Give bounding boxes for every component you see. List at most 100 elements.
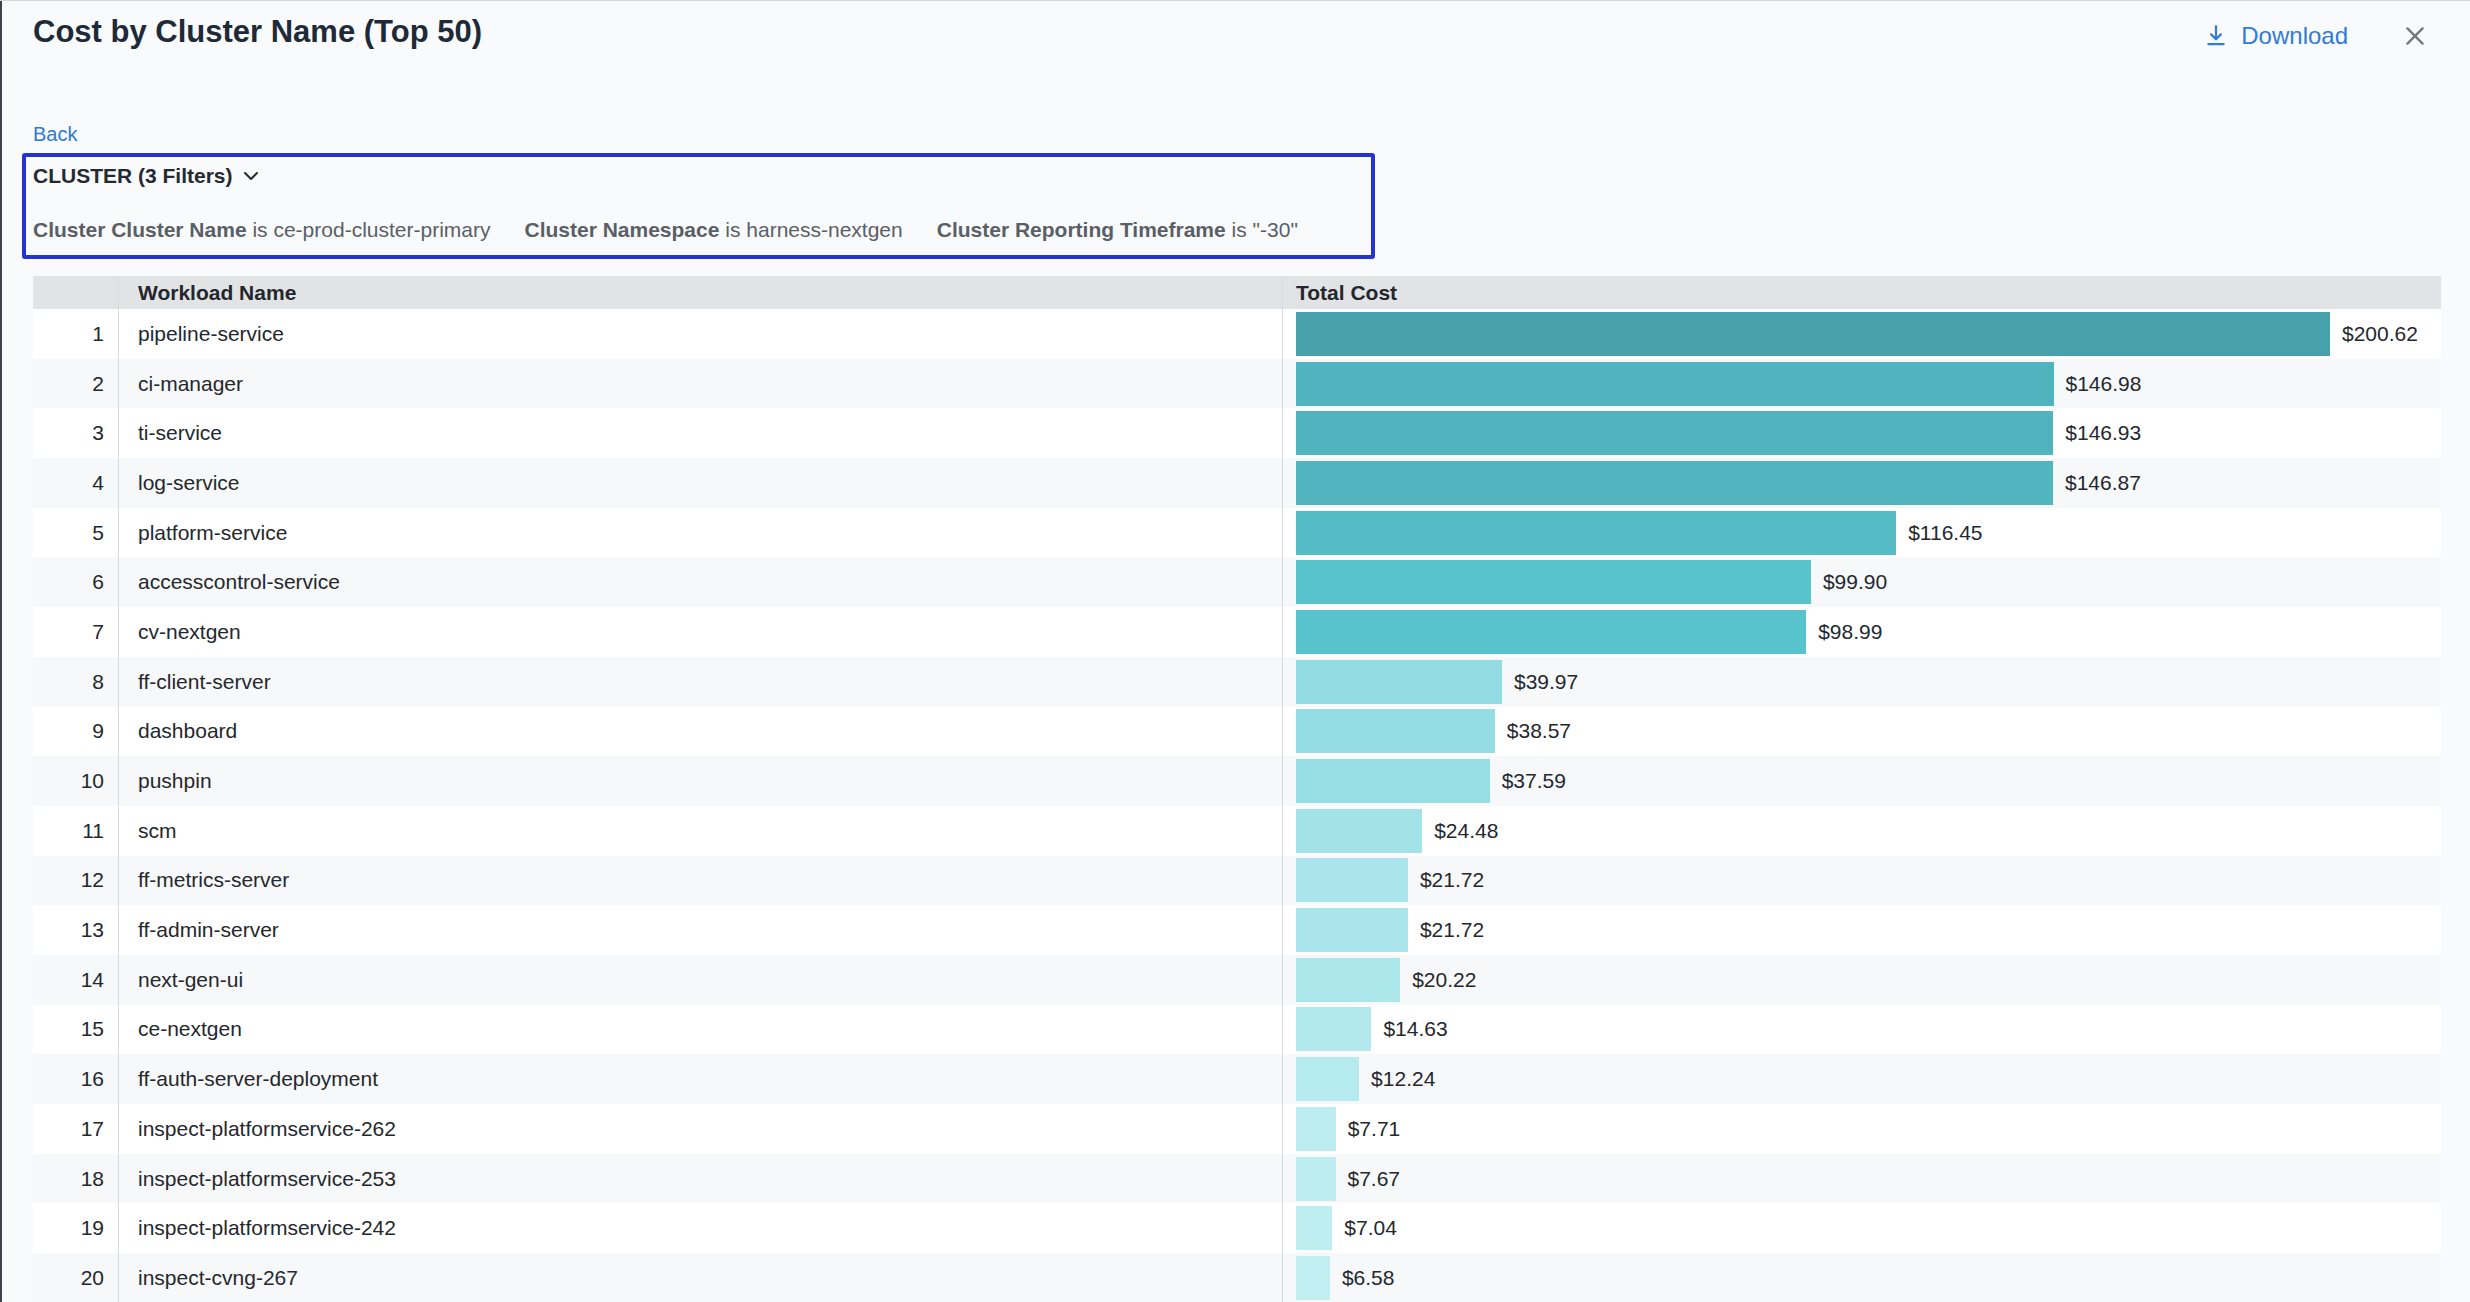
table-row: 12ff-metrics-server$21.72 [33, 856, 2441, 906]
cost-cell: $200.62 [1282, 312, 2441, 356]
back-link[interactable]: Back [33, 123, 77, 146]
workload-name: inspect-platformservice-253 [118, 1167, 1282, 1191]
cost-value: $7.71 [1348, 1117, 1401, 1141]
filter-items: Cluster Cluster Name is ce-prod-cluster-… [33, 218, 1298, 242]
table-body: 1pipeline-service$200.622ci-manager$146.… [33, 309, 2441, 1302]
cost-by-cluster-panel: Cost by Cluster Name (Top 50) Download B… [0, 0, 2470, 1302]
cost-cell: $20.22 [1282, 958, 2441, 1002]
page-title: Cost by Cluster Name (Top 50) [33, 14, 482, 50]
cost-cell: $7.67 [1282, 1157, 2441, 1201]
download-label: Download [2241, 22, 2348, 50]
row-rank: 13 [33, 918, 118, 942]
cost-value: $99.90 [1823, 570, 1887, 594]
column-divider-cost [1282, 276, 1283, 1302]
cost-value: $20.22 [1412, 968, 1476, 992]
cost-bar [1296, 312, 2330, 356]
table-row: 3ti-service $146.93 [33, 408, 2441, 458]
cost-value: $116.45 [1908, 521, 1982, 545]
cost-bar [1296, 1107, 1336, 1151]
close-button[interactable] [2400, 21, 2430, 51]
cost-bar [1296, 660, 1502, 704]
row-rank: 9 [33, 719, 118, 743]
cost-value: $12.24 [1371, 1067, 1435, 1091]
workload-name: ff-metrics-server [118, 868, 1282, 892]
row-rank: 4 [33, 471, 118, 495]
table-row: 13ff-admin-server$21.72 [33, 905, 2441, 955]
download-icon [2203, 23, 2229, 49]
row-rank: 6 [33, 570, 118, 594]
cost-bar [1296, 1157, 1336, 1201]
cost-bar [1296, 1206, 1332, 1250]
cost-value: $39.97 [1514, 670, 1578, 694]
cost-cell: $146.93 [1282, 411, 2441, 455]
cost-value: $146.93 [2065, 421, 2141, 445]
workload-name: ff-auth-server-deployment [118, 1067, 1282, 1091]
filter-field: Cluster Reporting Timeframe [937, 218, 1226, 241]
workload-name: accesscontrol-service [118, 570, 1282, 594]
row-rank: 16 [33, 1067, 118, 1091]
cost-value: $7.67 [1348, 1167, 1401, 1191]
cost-cell: $116.45 [1282, 511, 2441, 555]
row-rank: 8 [33, 670, 118, 694]
table-row: 15ce-nextgen$14.63 [33, 1005, 2441, 1055]
cost-cell: $7.04 [1282, 1206, 2441, 1250]
filter-field: Cluster Cluster Name [33, 218, 247, 241]
row-rank: 19 [33, 1216, 118, 1240]
row-rank: 20 [33, 1266, 118, 1290]
cost-cell: $6.58 [1282, 1256, 2441, 1300]
workload-name: ce-nextgen [118, 1017, 1282, 1041]
workload-name: ti-service [118, 421, 1282, 445]
workload-name-header: Workload Name [118, 281, 1282, 305]
cost-cell: $21.72 [1282, 908, 2441, 952]
total-cost-header: Total Cost [1282, 281, 2441, 305]
filter-value: ce-prod-cluster-primary [273, 218, 490, 241]
column-divider-rank [118, 276, 119, 1302]
table-row: 4log-service$146.87 [33, 458, 2441, 508]
workload-name: pipeline-service [118, 322, 1282, 346]
workload-name: scm [118, 819, 1282, 843]
workload-name: inspect-platformservice-262 [118, 1117, 1282, 1141]
table-row: 14next-gen-ui$20.22 [33, 955, 2441, 1005]
cost-cell: $7.71 [1282, 1107, 2441, 1151]
workload-name: ff-client-server [118, 670, 1282, 694]
workload-name: pushpin [118, 769, 1282, 793]
row-rank: 7 [33, 620, 118, 644]
table-row: 2ci-manager$146.98 [33, 359, 2441, 409]
workload-name: cv-nextgen [118, 620, 1282, 644]
cost-value: $200.62 [2342, 322, 2418, 346]
row-rank: 3 [33, 421, 118, 445]
panel-left-edge [0, 1, 2, 1302]
cost-bar [1296, 511, 1896, 555]
row-rank: 15 [33, 1017, 118, 1041]
download-button[interactable]: Download [2203, 22, 2348, 50]
cost-bar [1296, 858, 1408, 902]
cost-value: $21.72 [1420, 918, 1484, 942]
filter-box: CLUSTER (3 Filters) Cluster Cluster Name… [22, 153, 1375, 259]
filter-item: Cluster Reporting Timeframe is "-30" [937, 218, 1298, 242]
table-row: 8ff-client-server $39.97 [33, 657, 2441, 707]
filter-dropdown[interactable]: CLUSTER (3 Filters) [33, 164, 259, 188]
filter-summary: CLUSTER (3 Filters) [33, 164, 233, 188]
cost-bar [1296, 759, 1490, 803]
table-row: 18inspect-platformservice-253$7.67 [33, 1154, 2441, 1204]
cost-cell: $39.97 [1282, 660, 2441, 704]
top-actions: Download [2203, 21, 2430, 51]
chevron-down-icon [243, 171, 259, 181]
filter-op: is [252, 218, 267, 241]
workload-name: platform-service [118, 521, 1282, 545]
workload-name: next-gen-ui [118, 968, 1282, 992]
table-row: 19inspect-platformservice-242$7.04 [33, 1203, 2441, 1253]
cost-bar [1296, 1256, 1330, 1300]
cost-bar [1296, 411, 2053, 455]
cost-cell: $38.57 [1282, 709, 2441, 753]
row-rank: 17 [33, 1117, 118, 1141]
table-row: 1pipeline-service$200.62 [33, 309, 2441, 359]
cost-bar [1296, 461, 2053, 505]
row-rank: 10 [33, 769, 118, 793]
cost-cell: $146.87 [1282, 461, 2441, 505]
cost-bar [1296, 809, 1422, 853]
workload-name: inspect-cvng-267 [118, 1266, 1282, 1290]
cost-bar [1296, 1007, 1371, 1051]
row-rank: 2 [33, 372, 118, 396]
cost-bar [1296, 1057, 1359, 1101]
